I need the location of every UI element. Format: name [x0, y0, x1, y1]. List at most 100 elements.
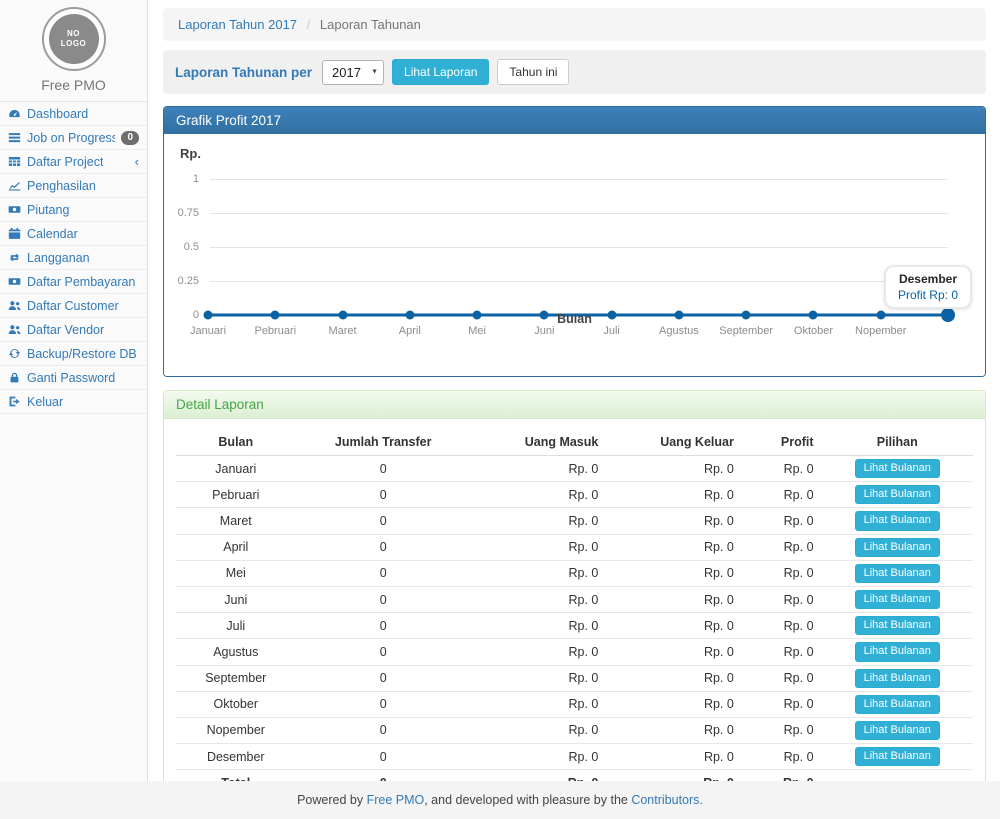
breadcrumb: Laporan Tahun 2017 / Laporan Tahunan	[163, 8, 986, 41]
refresh-icon	[8, 347, 21, 360]
cell-profit: Rp. 0	[742, 560, 822, 586]
cell-pilihan: Lihat Bulanan	[822, 744, 973, 770]
detail-panel-body: BulanJumlah TransferUang MasukUang Kelua…	[164, 419, 985, 806]
cell-pilihan: Lihat Bulanan	[822, 717, 973, 743]
data-point-oktober[interactable]	[809, 311, 818, 320]
x-tick-label: Agustus	[659, 325, 699, 337]
table-row-oktober: Oktober0Rp. 0Rp. 0Rp. 0Lihat Bulanan	[176, 691, 973, 717]
footer-contributors-link[interactable]: Contributors.	[631, 793, 703, 807]
cell-uang-masuk: Rp. 0	[471, 586, 606, 612]
data-point-januari[interactable]	[204, 311, 213, 320]
sidebar-item-label: Ganti Password	[27, 371, 115, 385]
cell-jumlah-transfer: 0	[296, 691, 471, 717]
sidebar-item-job-on-progress[interactable]: Job on Progress0	[0, 126, 147, 150]
cell-uang-keluar: Rp. 0	[606, 744, 741, 770]
cell-pilihan: Lihat Bulanan	[822, 482, 973, 508]
cell-bulan: Juli	[176, 613, 296, 639]
footer-brand-link[interactable]: Free PMO	[367, 793, 425, 807]
lihat-bulanan-button[interactable]: Lihat Bulanan	[855, 616, 940, 635]
profit-chart: Rp. 10.750.50.250JanuariPebruariMaretApr…	[176, 144, 973, 366]
x-tick-label: Mei	[468, 325, 486, 337]
sidebar-item-label: Keluar	[27, 395, 63, 409]
sidebar-item-keluar[interactable]: Keluar	[0, 390, 147, 414]
table-row-juni: Juni0Rp. 0Rp. 0Rp. 0Lihat Bulanan	[176, 586, 973, 612]
cell-pilihan: Lihat Bulanan	[822, 613, 973, 639]
lihat-bulanan-button[interactable]: Lihat Bulanan	[855, 642, 940, 661]
data-point-pebruari[interactable]	[271, 311, 280, 320]
cell-uang-masuk: Rp. 0	[471, 508, 606, 534]
lihat-bulanan-button[interactable]: Lihat Bulanan	[855, 669, 940, 688]
sidebar-item-daftar-vendor[interactable]: Daftar Vendor	[0, 318, 147, 342]
cell-profit: Rp. 0	[742, 717, 822, 743]
users-icon	[8, 323, 21, 336]
sidebar-item-label: Calendar	[27, 227, 78, 241]
tooltip-value: Profit Rp: 0	[898, 288, 958, 302]
data-point-desember[interactable]	[941, 308, 955, 322]
tahun-ini-button[interactable]: Tahun ini	[497, 59, 569, 85]
tooltip-label: Desember	[898, 272, 958, 286]
breadcrumb-link[interactable]: Laporan Tahun 2017	[178, 17, 297, 32]
data-point-maret[interactable]	[338, 311, 347, 320]
cell-profit: Rp. 0	[742, 691, 822, 717]
lihat-bulanan-button[interactable]: Lihat Bulanan	[855, 511, 940, 530]
lihat-bulanan-button[interactable]: Lihat Bulanan	[855, 695, 940, 714]
data-point-nopember[interactable]	[876, 311, 885, 320]
logo-text-line1: NO	[67, 29, 80, 39]
data-point-agustus[interactable]	[674, 311, 683, 320]
sidebar-item-ganti-password[interactable]: Ganti Password	[0, 366, 147, 390]
gridline	[210, 213, 948, 214]
data-point-juli[interactable]	[607, 311, 616, 320]
cell-uang-masuk: Rp. 0	[471, 744, 606, 770]
y-tick-label: 1	[193, 173, 199, 185]
lihat-bulanan-button[interactable]: Lihat Bulanan	[855, 721, 940, 740]
cell-bulan: April	[176, 534, 296, 560]
detail-panel-title: Detail Laporan	[164, 391, 985, 419]
sidebar-item-label: Backup/Restore DB	[27, 347, 137, 361]
report-toolbar: Laporan Tahunan per 2017 ▼ Lihat Laporan…	[163, 50, 986, 94]
cell-uang-keluar: Rp. 0	[606, 691, 741, 717]
table-row-januari: Januari0Rp. 0Rp. 0Rp. 0Lihat Bulanan	[176, 456, 973, 482]
report-table-body: Januari0Rp. 0Rp. 0Rp. 0Lihat BulananPebr…	[176, 456, 973, 770]
lihat-bulanan-button[interactable]: Lihat Bulanan	[855, 564, 940, 583]
toolbar-label: Laporan Tahunan per	[175, 65, 312, 80]
lihat-bulanan-button[interactable]: Lihat Bulanan	[855, 590, 940, 609]
sidebar-item-calendar[interactable]: Calendar	[0, 222, 147, 246]
lihat-bulanan-button[interactable]: Lihat Bulanan	[855, 459, 940, 478]
sidebar-item-daftar-customer[interactable]: Daftar Customer	[0, 294, 147, 318]
sidebar-item-daftar-project[interactable]: Daftar Project‹	[0, 150, 147, 174]
year-select-wrap: 2017 ▼	[322, 60, 384, 85]
lihat-laporan-button[interactable]: Lihat Laporan	[392, 59, 489, 85]
sidebar-item-piutang[interactable]: Piutang	[0, 198, 147, 222]
data-point-juni[interactable]	[540, 311, 549, 320]
cell-uang-masuk: Rp. 0	[471, 665, 606, 691]
lihat-bulanan-button[interactable]: Lihat Bulanan	[855, 538, 940, 557]
sidebar-item-backup-restore-db[interactable]: Backup/Restore DB	[0, 342, 147, 366]
data-point-september[interactable]	[742, 311, 751, 320]
footer-middle: , and developed with pleasure by the	[424, 793, 631, 807]
cell-uang-masuk: Rp. 0	[471, 639, 606, 665]
logo-wrap: NO LOGO Free PMO	[0, 0, 147, 101]
sidebar-item-penghasilan[interactable]: Penghasilan	[0, 174, 147, 198]
header-row: BulanJumlah TransferUang MasukUang Kelua…	[176, 429, 973, 456]
cell-uang-masuk: Rp. 0	[471, 691, 606, 717]
cell-profit: Rp. 0	[742, 613, 822, 639]
sidebar-item-daftar-pembayaran[interactable]: Daftar Pembayaran	[0, 270, 147, 294]
lihat-bulanan-button[interactable]: Lihat Bulanan	[855, 747, 940, 766]
sidebar-item-dashboard[interactable]: Dashboard	[0, 102, 147, 126]
cell-jumlah-transfer: 0	[296, 560, 471, 586]
table-row-nopember: Nopember0Rp. 0Rp. 0Rp. 0Lihat Bulanan	[176, 717, 973, 743]
brand-name: Free PMO	[0, 77, 147, 93]
year-select[interactable]: 2017	[322, 60, 384, 85]
cell-uang-keluar: Rp. 0	[606, 508, 741, 534]
logo-text-line2: LOGO	[61, 39, 87, 49]
cell-jumlah-transfer: 0	[296, 613, 471, 639]
data-point-april[interactable]	[405, 311, 414, 320]
breadcrumb-separator: /	[307, 17, 311, 32]
footer: Powered by Free PMO, and developed with …	[0, 781, 1000, 819]
x-tick-label: April	[399, 325, 421, 337]
sidebar-item-langganan[interactable]: Langganan	[0, 246, 147, 270]
lihat-bulanan-button[interactable]: Lihat Bulanan	[855, 485, 940, 504]
data-point-mei[interactable]	[473, 311, 482, 320]
page: NO LOGO Free PMO DashboardJob on Progres…	[0, 0, 1000, 819]
x-tick-label: Pebruari	[254, 325, 296, 337]
